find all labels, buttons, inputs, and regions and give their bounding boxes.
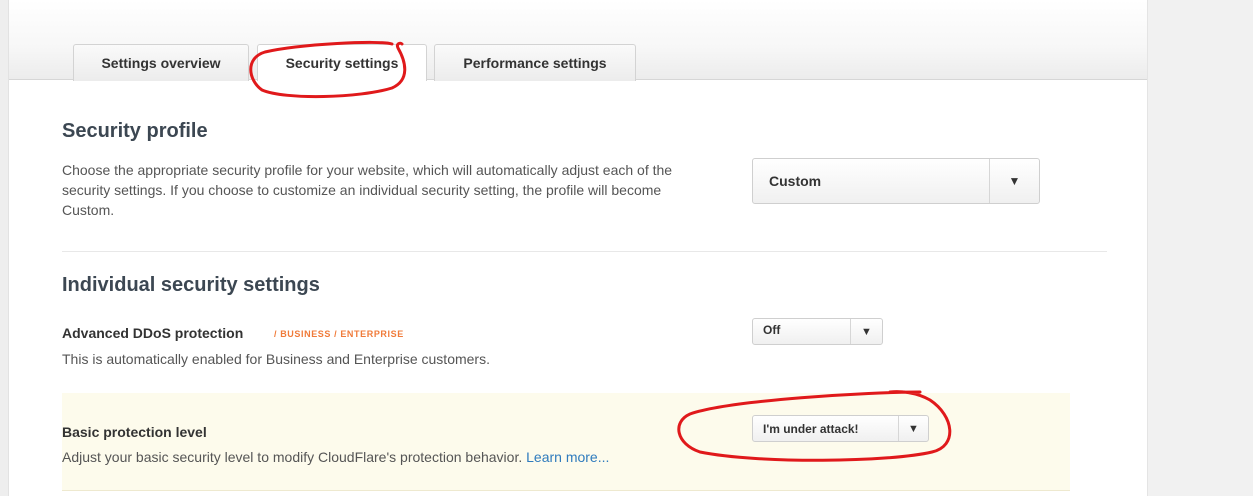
- row-divider: [62, 490, 1070, 491]
- chevron-down-icon: ▼: [898, 416, 928, 441]
- ddos-select[interactable]: Off ▼: [752, 318, 883, 345]
- basic-protection-description-text: Adjust your basic security level to modi…: [62, 449, 523, 465]
- ddos-select-value: Off: [763, 323, 781, 337]
- security-profile-select[interactable]: Custom ▼: [752, 158, 1040, 204]
- individual-settings-heading: Individual security settings: [62, 274, 320, 296]
- ddos-description: This is automatically enabled for Busine…: [62, 351, 490, 367]
- page: Settings overview Security settings Perf…: [0, 0, 1253, 496]
- tab-strip: Settings overview Security settings Perf…: [9, 0, 1147, 81]
- security-profile-heading: Security profile: [62, 120, 208, 142]
- basic-protection-select-value: I'm under attack!: [763, 421, 859, 436]
- section-divider: [62, 251, 1107, 252]
- tab-security-settings[interactable]: Security settings: [257, 44, 427, 81]
- security-profile-description: Choose the appropriate security profile …: [62, 162, 673, 218]
- basic-protection-select[interactable]: I'm under attack! ▼: [752, 415, 929, 442]
- left-gutter: [0, 0, 9, 496]
- right-panel: [1147, 0, 1253, 496]
- security-profile-select-value: Custom: [769, 173, 822, 189]
- chevron-down-icon: ▼: [850, 319, 882, 344]
- ddos-title: Advanced DDoS protection: [62, 325, 244, 341]
- ddos-plan-tag: / BUSINESS / ENTERPRISE: [274, 329, 404, 339]
- learn-more-link[interactable]: Learn more...: [526, 449, 609, 465]
- basic-protection-description: Adjust your basic security level to modi…: [62, 447, 609, 467]
- basic-protection-title: Basic protection level: [62, 424, 207, 440]
- chevron-down-icon: ▼: [989, 159, 1039, 203]
- tab-settings-overview[interactable]: Settings overview: [73, 44, 249, 81]
- tab-performance-settings[interactable]: Performance settings: [434, 44, 636, 81]
